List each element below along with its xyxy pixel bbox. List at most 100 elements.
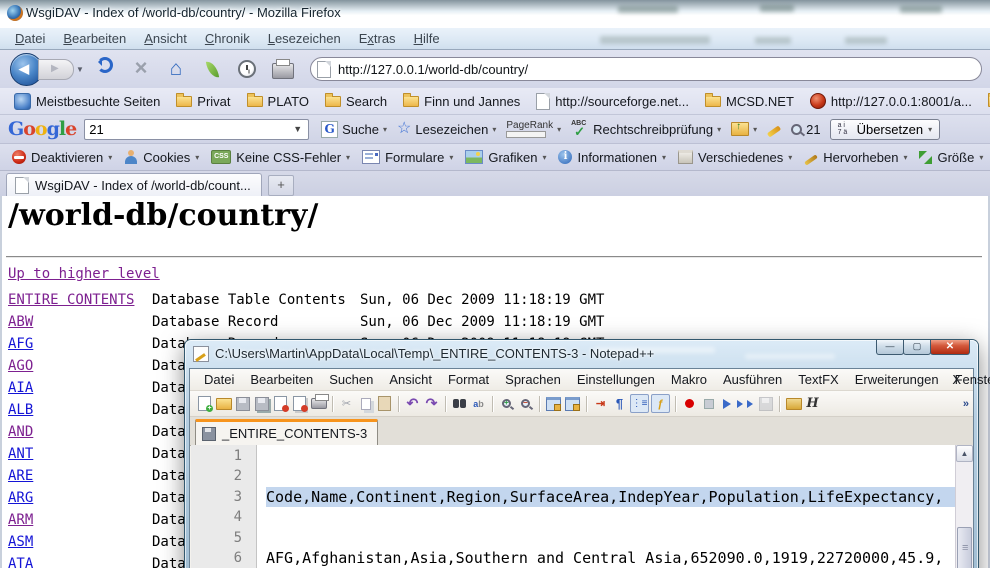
indent-guides-icon[interactable]: ⋮≡ (630, 394, 649, 413)
notepad-titlebar[interactable]: C:\Users\Martin\AppData\Local\Temp\_ENTI… (185, 340, 978, 368)
entry-link[interactable]: ATA (8, 556, 33, 568)
document-tab[interactable]: _ENTIRE_CONTENTS-3 (195, 419, 378, 445)
zoom-in-icon[interactable]: + (498, 395, 515, 412)
word-find-button[interactable]: 21 (786, 120, 825, 139)
highlighter-button[interactable] (762, 123, 786, 136)
macro-stop-icon[interactable] (700, 395, 717, 412)
editor-line[interactable]: Code,Name,Continent,Region,SurfaceArea,I… (266, 487, 972, 507)
browser-tab[interactable]: WsgiDAV - Index of /world-db/count... (6, 173, 262, 196)
np-menu-format[interactable]: Format (440, 372, 497, 387)
np-menu-einstellungen[interactable]: Einstellungen (569, 372, 663, 387)
webdev-verschiedenes[interactable]: Verschiedenes▾ (672, 148, 798, 167)
webdev-hervorheben[interactable]: Hervorheben▾ (798, 148, 913, 167)
np-menu-suchen[interactable]: Suchen (321, 372, 381, 387)
bookmark-finn-und-jannes[interactable]: Finn und Jannes (397, 92, 526, 111)
entry-link[interactable]: AGO (8, 358, 33, 374)
np-menu-makro[interactable]: Makro (663, 372, 715, 387)
editor-line[interactable]: AFG,Afghanistan,Asia,Southern and Centra… (266, 548, 972, 568)
redo-icon[interactable]: ↷ (423, 395, 440, 412)
bookmark-tree-samples[interactable]: Tree Samples (982, 92, 990, 111)
translate-button[interactable]: a i7 äÜbersetzen▾ (830, 119, 941, 140)
np-menu-sprachen[interactable]: Sprachen (497, 372, 569, 387)
np-menu-ansicht[interactable]: Ansicht (381, 372, 440, 387)
webdev-grafiken[interactable]: Grafiken▾ (459, 148, 552, 167)
bookmark-search[interactable]: Search (319, 92, 393, 111)
np-menu-bearbeiten[interactable]: Bearbeiten (242, 372, 321, 387)
copy-icon[interactable] (357, 395, 374, 412)
minimize-button[interactable]: — (876, 340, 904, 355)
np-menu-erweiterungen[interactable]: Erweiterungen (847, 372, 947, 387)
macro-record-icon[interactable] (681, 395, 698, 412)
history-button[interactable] (234, 56, 260, 82)
sync-scroll-v-icon[interactable] (545, 395, 562, 412)
show-all-chars-icon[interactable]: ¶ (611, 395, 628, 412)
entry-link[interactable]: ENTIRE CONTENTS (8, 292, 134, 308)
entry-link[interactable]: ALB (8, 402, 33, 418)
history-dropdown-caret-icon[interactable]: ▼ (76, 65, 84, 74)
menu-extras[interactable]: Extras (350, 29, 405, 48)
menu-chronik[interactable]: Chronik (196, 29, 259, 48)
webdev-informationen[interactable]: iInformationen▾ (552, 148, 672, 167)
webdev-groesse[interactable]: Größe▾ (913, 148, 989, 167)
notepad-editor[interactable]: 123456 Code,Name,Continent,Region,Surfac… (191, 445, 972, 568)
paste-icon[interactable] (376, 395, 393, 412)
entry-link[interactable]: ABW (8, 314, 33, 330)
cut-icon[interactable]: ✂ (338, 395, 355, 412)
bookmark-plato[interactable]: PLATO (241, 92, 315, 111)
open-folder-icon[interactable] (215, 395, 232, 412)
google-lesezeichen-button[interactable]: ☆Lesezeichen▾ (392, 119, 501, 139)
google-suche-button[interactable]: GSuche▾ (316, 119, 392, 140)
sync-scroll-h-icon[interactable] (564, 395, 581, 412)
print-button[interactable] (270, 56, 296, 82)
html-tag-icon[interactable]: H (804, 395, 821, 412)
entry-link[interactable]: ASM (8, 534, 33, 550)
home-button[interactable]: ⌂ (163, 56, 189, 82)
menu-datei[interactable]: Datei (6, 29, 54, 48)
bookmark-privat[interactable]: Privat (170, 92, 236, 111)
feed-reader-button[interactable] (199, 56, 225, 82)
np-menu-close-doc[interactable]: X (952, 372, 961, 387)
function-completion-icon[interactable]: ƒ (651, 394, 670, 413)
np-menu-ausfuehren[interactable]: Ausführen (715, 372, 790, 387)
load-session-icon[interactable] (785, 395, 802, 412)
new-file-icon[interactable]: + (196, 395, 213, 412)
webdev-css[interactable]: CSSKeine CSS-Fehler▾ (205, 148, 356, 167)
webdev-deaktivieren[interactable]: Deaktivieren▾ (6, 148, 118, 167)
send-to-button[interactable]: ▾ (726, 120, 762, 138)
save-all-icon[interactable] (253, 395, 270, 412)
entry-link[interactable]: ARM (8, 512, 33, 528)
entry-link[interactable]: ARE (8, 468, 33, 484)
macro-play-icon[interactable] (719, 395, 736, 412)
menu-lesezeichen[interactable]: Lesezeichen (259, 29, 350, 48)
menu-ansicht[interactable]: Ansicht (135, 29, 196, 48)
google-search-input[interactable] (84, 119, 309, 140)
entry-link[interactable]: AFG (8, 336, 33, 352)
entry-link[interactable]: ANT (8, 446, 33, 462)
menu-bearbeiten[interactable]: Bearbeiten (54, 29, 135, 48)
save-icon[interactable] (234, 395, 251, 412)
up-to-higher-level-link[interactable]: Up to higher level (8, 266, 160, 282)
bookmark-localhost-8001[interactable]: http://127.0.0.1:8001/a... (804, 91, 978, 111)
undo-icon[interactable]: ↶ (404, 395, 421, 412)
entry-link[interactable]: AND (8, 424, 33, 440)
close-doc-icon[interactable] (272, 395, 289, 412)
search-dropdown-caret-icon[interactable]: ▼ (293, 124, 302, 134)
np-menu-datei[interactable]: Datei (196, 372, 242, 387)
entry-link[interactable]: AIA (8, 380, 33, 396)
bookmark-mcsd-net[interactable]: MCSD.NET (699, 92, 800, 111)
new-tab-button[interactable]: + (268, 175, 294, 196)
editor-vertical-scrollbar[interactable]: ▲ (955, 445, 973, 568)
macro-save-icon[interactable] (757, 395, 774, 412)
entry-link[interactable]: ARG (8, 490, 33, 506)
np-menu-textfx[interactable]: TextFX (790, 372, 846, 387)
webdev-cookies[interactable]: Cookies▾ (118, 148, 205, 167)
spellcheck-button[interactable]: ABC✓Rechtschreibprüfung▾ (566, 119, 726, 139)
word-wrap-icon[interactable]: ⇥ (592, 395, 609, 412)
print-icon[interactable] (310, 395, 327, 412)
macro-run-multiple-icon[interactable] (738, 395, 755, 412)
replace-icon[interactable]: ab (470, 395, 487, 412)
maximize-button[interactable]: ▢ (903, 340, 931, 355)
bookmark-meistbesuchte-seiten[interactable]: Meistbesuchte Seiten (8, 91, 166, 112)
close-button[interactable]: ✕ (930, 340, 970, 355)
editor-text-area[interactable]: Code,Name,Continent,Region,SurfaceArea,I… (257, 445, 972, 568)
